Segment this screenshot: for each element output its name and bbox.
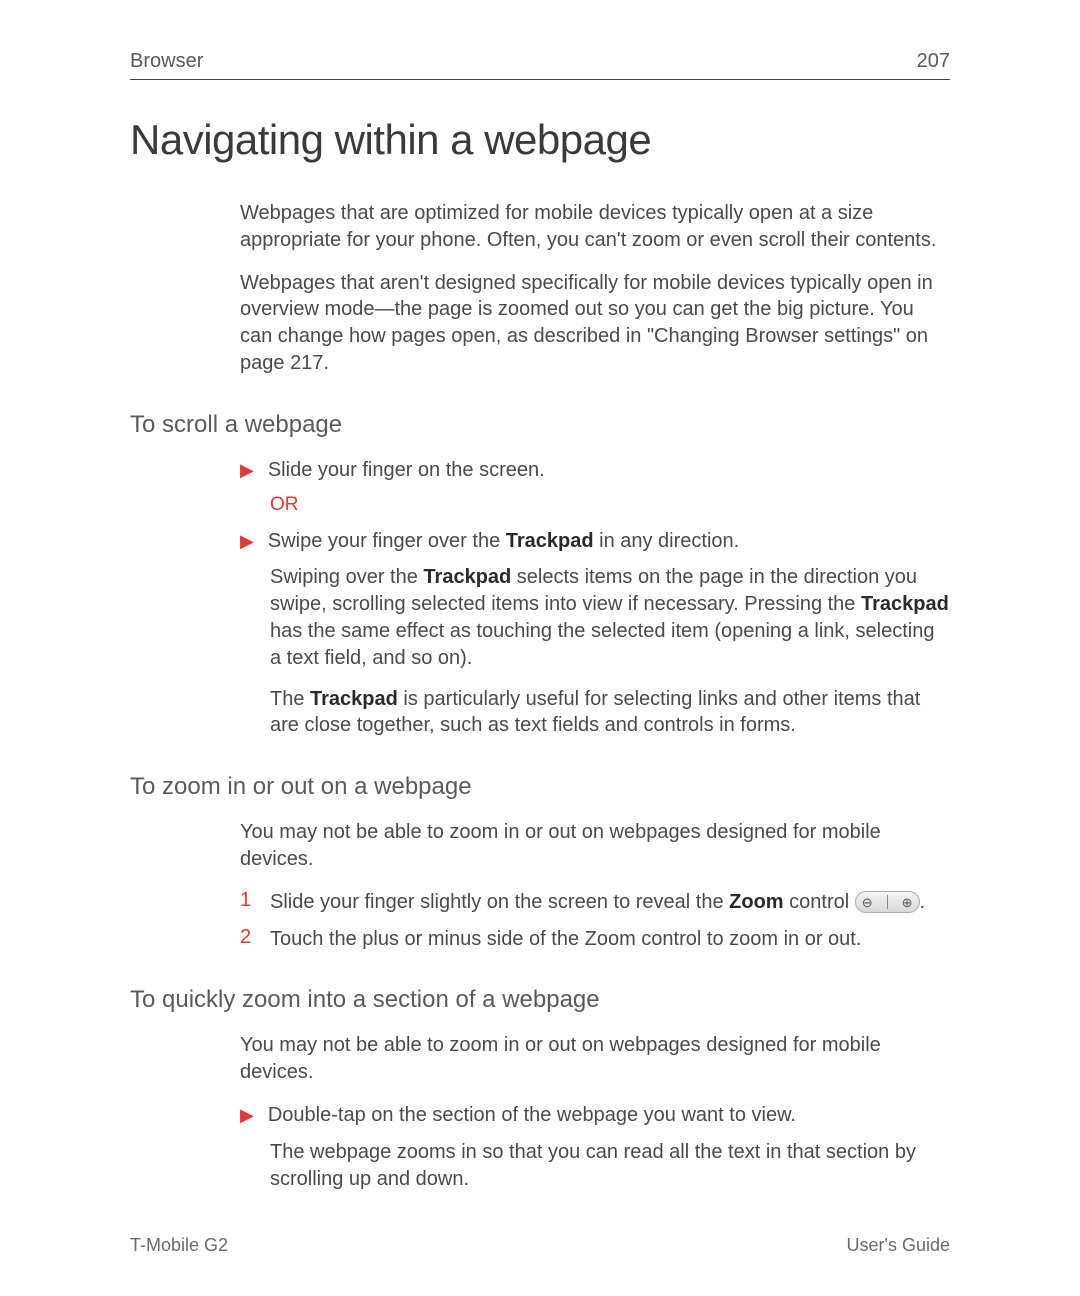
step-text: Touch the plus or minus side of the Zoom… [270,926,950,953]
section-heading-zoom: To zoom in or out on a webpage [130,773,950,801]
page-header: Browser 207 [130,50,950,73]
footer-right: User's Guide [847,1235,950,1256]
header-section: Browser [130,50,203,73]
triangle-right-icon: ▶ [240,460,254,481]
zoom-control-icon: ⊖ ⊕ [855,891,920,913]
numbered-item-2: 2 Touch the plus or minus side of the Zo… [240,926,950,953]
bullet-text: Swipe your finger over the Trackpad in a… [268,528,950,555]
bullet-item: ▶ Double-tap on the section of the webpa… [240,1102,950,1129]
footer-left: T-Mobile G2 [130,1235,228,1256]
sub-paragraph: Swiping over the Trackpad selects items … [270,564,950,671]
section-heading-quick-zoom: To quickly zoom into a section of a webp… [130,986,950,1014]
page-title: Navigating within a webpage [130,116,950,164]
header-divider [130,79,950,80]
zoom-divider [887,895,888,909]
sub-paragraph: The webpage zooms in so that you can rea… [270,1139,950,1193]
bullet-text: Double-tap on the section of the webpage… [268,1102,950,1129]
page-footer: T-Mobile G2 User's Guide [130,1235,950,1256]
numbered-item-1: 1 Slide your finger slightly on the scre… [240,889,950,916]
step-text: Slide your finger slightly on the screen… [270,889,950,916]
or-label: OR [270,494,950,516]
quick-paragraph: You may not be able to zoom in or out on… [240,1032,950,1086]
zoom-out-icon: ⊖ [862,894,873,911]
bullet-item: ▶ Swipe your finger over the Trackpad in… [240,528,950,555]
step-number: 1 [240,889,256,912]
intro-paragraph-2: Webpages that aren't designed specifical… [240,270,950,377]
triangle-right-icon: ▶ [240,1105,254,1126]
step-number: 2 [240,926,256,949]
intro-paragraph-1: Webpages that are optimized for mobile d… [240,200,950,254]
bullet-text: Slide your finger on the screen. [268,457,950,484]
section-heading-scroll: To scroll a webpage [130,411,950,439]
sub-paragraph: The Trackpad is particularly useful for … [270,686,950,740]
bullet-item: ▶ Slide your finger on the screen. [240,457,950,484]
zoom-paragraph: You may not be able to zoom in or out on… [240,819,950,873]
zoom-in-icon: ⊕ [902,894,913,911]
page-number: 207 [917,50,950,73]
triangle-right-icon: ▶ [240,531,254,552]
